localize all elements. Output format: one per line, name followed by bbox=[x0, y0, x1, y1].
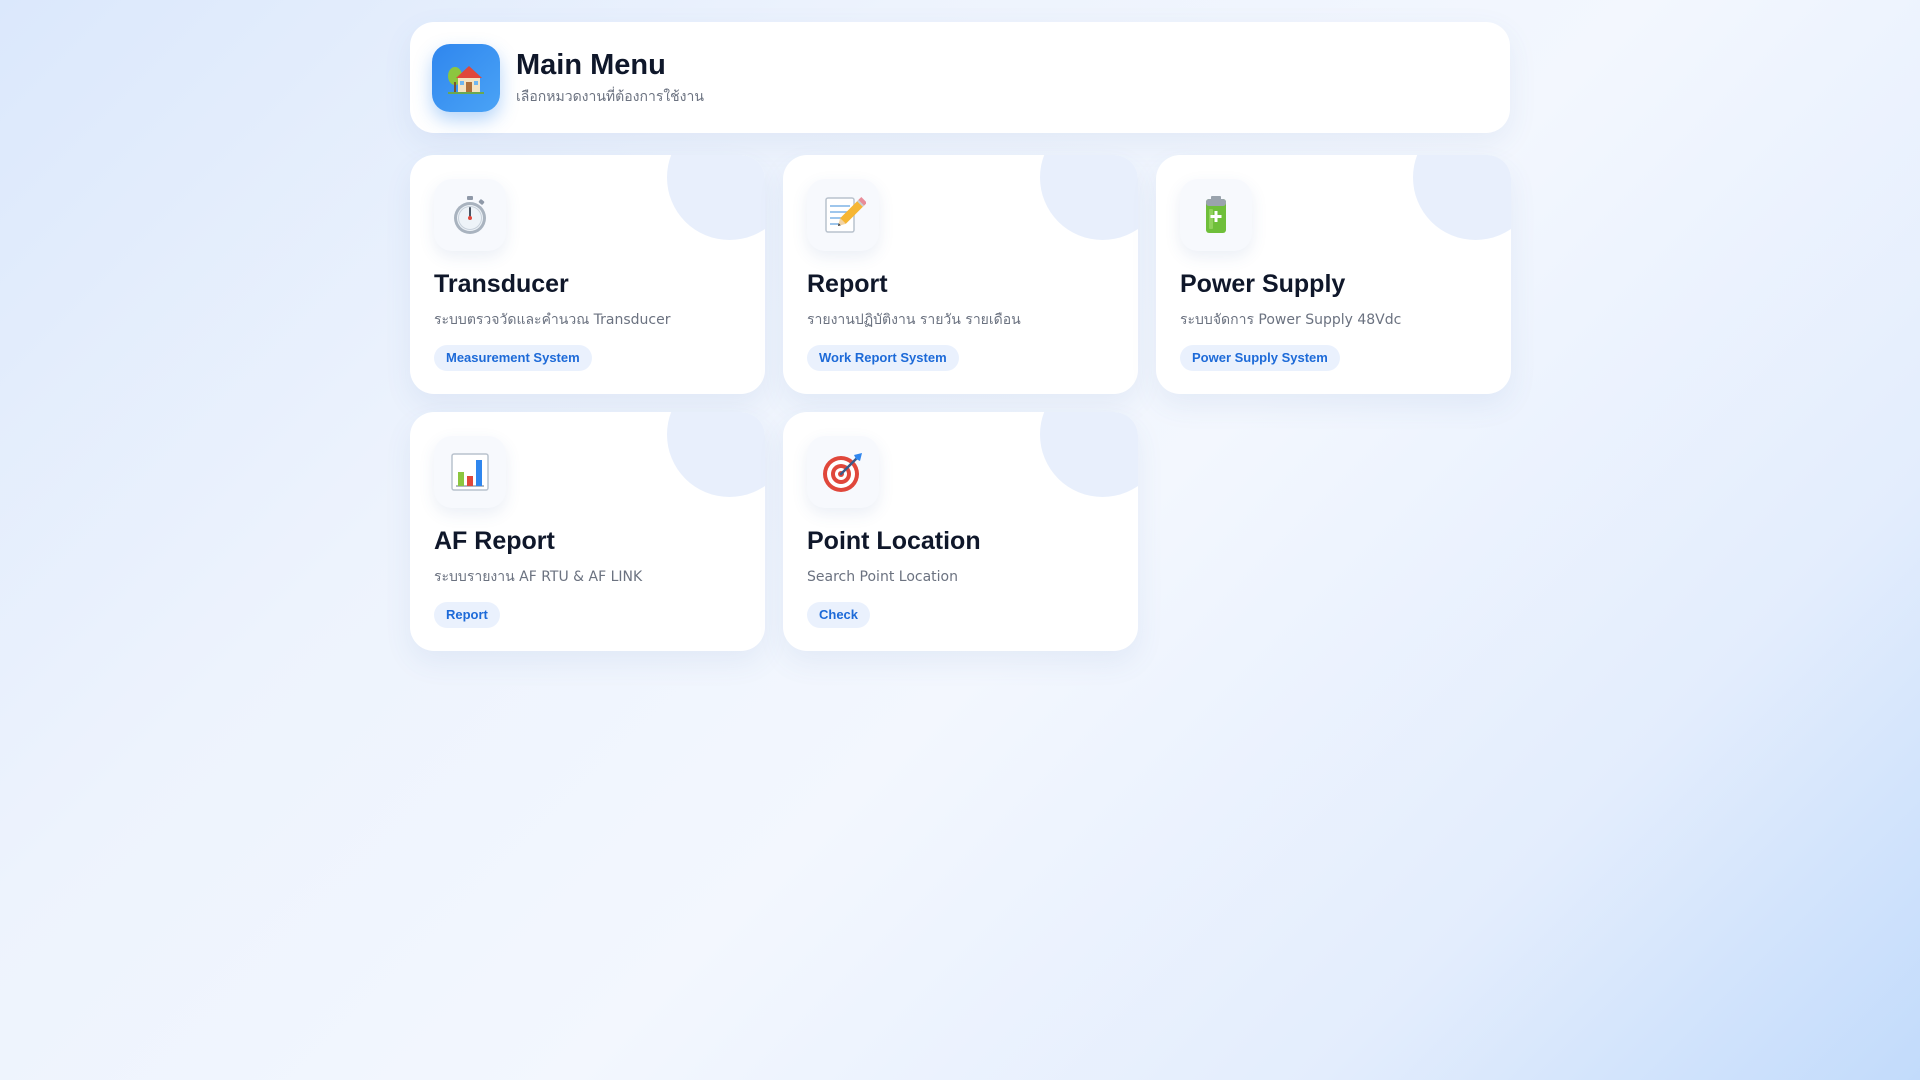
card-description: ระบบตรวจวัดและคำนวณ Transducer bbox=[434, 312, 671, 328]
menu-card-af-report[interactable]: AF Report ระบบรายงาน AF RTU & AF LINK Re… bbox=[410, 412, 765, 651]
card-badge: Power Supply System bbox=[1180, 345, 1340, 371]
menu-card-power-supply[interactable]: Power Supply ระบบจัดการ Power Supply 48V… bbox=[1156, 155, 1511, 394]
card-badge: Report bbox=[434, 602, 500, 628]
card-title: Report bbox=[807, 270, 888, 298]
card-badge: Measurement System bbox=[434, 345, 592, 371]
card-title: Point Location bbox=[807, 527, 981, 555]
card-decoration bbox=[667, 412, 765, 497]
page-title: Main Menu bbox=[516, 48, 666, 81]
menu-card-report[interactable]: Report รายงานปฏิบัติงาน รายวัน รายเดือน … bbox=[783, 155, 1138, 394]
house-icon bbox=[432, 43, 500, 112]
card-decoration bbox=[1413, 155, 1511, 240]
card-decoration bbox=[667, 155, 765, 240]
memo-pencil-icon bbox=[807, 179, 879, 251]
card-description: ระบบรายงาน AF RTU & AF LINK bbox=[434, 569, 643, 585]
card-description: ระบบจัดการ Power Supply 48Vdc bbox=[1180, 312, 1402, 328]
target-icon bbox=[807, 436, 879, 508]
card-decoration bbox=[1040, 412, 1138, 497]
card-title: Transducer bbox=[434, 270, 569, 298]
card-badge: Work Report System bbox=[807, 345, 959, 371]
main-menu-container: Main Menu เลือกหมวดงานที่ต้องการใช้งาน T… bbox=[410, 22, 1511, 651]
menu-card-point-location[interactable]: Point Location Search Point Location Che… bbox=[783, 412, 1138, 651]
card-title: Power Supply bbox=[1180, 270, 1346, 298]
card-title: AF Report bbox=[434, 527, 555, 555]
bar-chart-icon bbox=[434, 436, 506, 508]
page-subtitle: เลือกหมวดงานที่ต้องการใช้งาน bbox=[516, 88, 704, 105]
menu-grid: Transducer ระบบตรวจวัดและคำนวณ Transduce… bbox=[410, 155, 1511, 651]
card-decoration bbox=[1040, 155, 1138, 240]
card-description: รายงานปฏิบัติงาน รายวัน รายเดือน bbox=[807, 312, 1021, 328]
card-description: Search Point Location bbox=[807, 569, 958, 585]
main-menu-header: Main Menu เลือกหมวดงานที่ต้องการใช้งาน bbox=[410, 22, 1510, 133]
card-badge: Check bbox=[807, 602, 871, 628]
stopwatch-icon bbox=[434, 179, 506, 251]
battery-icon bbox=[1180, 179, 1252, 251]
menu-card-transducer[interactable]: Transducer ระบบตรวจวัดและคำนวณ Transduce… bbox=[410, 155, 765, 394]
